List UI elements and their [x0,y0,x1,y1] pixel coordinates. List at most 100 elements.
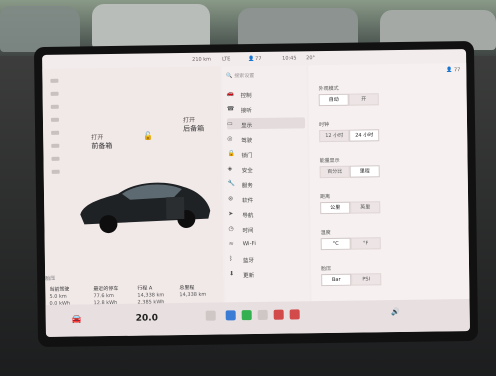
calendar-icon[interactable] [289,309,300,320]
headlight-icon[interactable] [50,104,59,109]
lte-indicator: LTE [222,56,231,63]
nav-item[interactable]: 🚗 控制 [227,87,305,99]
segment-option[interactable]: 24 小时 [349,129,380,142]
segment-option[interactable]: 里程 [349,165,380,178]
nav-item-label: 更新 [243,273,255,280]
nav-item[interactable]: ᛒ 蓝牙 [229,252,307,264]
segmented-control: 自动开 [318,93,379,107]
lock-icon: 🔒 [227,150,235,158]
parked-car [92,4,210,48]
wheel-icon: ⊛ [228,195,234,203]
quick-icons [48,78,63,183]
phone-icon[interactable] [241,310,252,321]
seat-icon[interactable] [51,169,60,174]
nav-item-label: 软件 [242,198,254,205]
tire-label: 胎压 [45,275,56,282]
nav-item-label: 蓝牙 [242,258,255,265]
nav-item-label: 导航 [242,213,254,220]
nav-item[interactable]: ⬇ 更新 [229,267,307,279]
phone-icon: ☎ [226,105,235,113]
vehicle-panel: 打开 前备箱 🔓 打开 后备箱 胎压 当前驾驶 5.0 km 0.0 kWh 最… [42,66,224,307]
setting-label: 胎压 [321,265,332,273]
segment-option[interactable]: °F [350,237,381,250]
front-trunk-button[interactable]: 打开 前备箱 [91,134,112,151]
nav-icon: ➤ [228,210,234,218]
setting-label: 能量显示 [319,157,340,165]
segment-option[interactable]: Bar [321,273,352,287]
schedule-icon: ◷ [228,225,234,233]
media-icon[interactable] [273,309,284,320]
nav-item[interactable]: ◷ 时间 [228,222,306,234]
nav-item-label: 驾驶 [241,138,253,145]
search-input[interactable]: 🔍 搜索设置 [226,71,302,82]
segment-option[interactable]: °C [320,237,351,251]
settings-content: 👤 77 外观模式 自动开时钟 12 小时 24 小时能量显示 百分比 里程距离 公里 英里温… [308,63,470,302]
segment-option[interactable]: 开 [348,93,379,106]
upgrade-icon: ⬇ [229,270,235,278]
headlight-icon[interactable] [50,91,59,96]
nav-item-label: 显示 [241,123,253,130]
nav-item[interactable]: ➤ 导航 [228,207,306,219]
rear-trunk-label: 后备箱 [183,124,205,134]
segment-option[interactable]: 12 小时 [319,129,350,143]
segment-option[interactable]: 英里 [350,201,381,214]
segmented-control: 12 小时 24 小时 [319,129,380,143]
bottom-bar: 🚘 20.0 🔊 [45,299,470,337]
segment-option[interactable]: 公里 [320,201,351,215]
search-placeholder: 搜索设置 [234,73,255,80]
setting-label: 温度 [320,229,331,237]
search-icon: 🔍 [226,73,233,80]
parked-car [0,6,80,52]
wiper-icon[interactable] [51,130,60,135]
setting-label: 时钟 [319,121,330,129]
nav-item-label: 安全 [241,168,253,175]
nav-item[interactable]: ◈ 安全 [228,162,306,174]
segment-option[interactable]: PSI [351,273,382,286]
apps-icon[interactable] [257,309,268,320]
outside-temp: 20° [306,55,316,62]
segmented-control: °C °F [320,237,381,251]
trip-stat: 总里程 14,338 km [179,284,207,299]
rear-trunk-button[interactable]: 打开 后备箱 [183,117,204,134]
car-icon: 🚗 [226,90,235,98]
nav-item-label: 接听 [240,108,252,115]
defrost-icon[interactable] [51,143,60,148]
fog-light-icon[interactable] [50,117,59,122]
nav-item[interactable]: ⊛ 软件 [228,192,306,204]
camera-icon[interactable] [205,310,216,321]
segment-option[interactable]: 百分比 [319,165,350,179]
setting-label: 距离 [320,193,331,201]
user-icon: 👤 [446,67,453,74]
wrench-icon: 🔧 [227,180,236,188]
headlight-icon[interactable] [50,78,59,83]
clock: 10:45 [282,55,297,62]
bluetooth-icon[interactable] [225,310,236,321]
nav-item[interactable]: ☎ 接听 [227,102,305,114]
volume-icon[interactable]: 🔊 [391,308,400,316]
profile-indicator[interactable]: 👤 77 [446,67,460,73]
wifi-icon: ≈ [228,240,234,248]
climate-temperature[interactable]: 20.0 [136,313,158,323]
nav-item-label: 服务 [241,183,253,190]
display-icon: ▭ [226,120,233,128]
mirror-icon[interactable] [51,156,60,161]
touchscreen: 210 km 👤 77 10:45 20° LTE 打开 前备箱 🔓 打开 后备… [42,49,470,337]
nav-item[interactable]: ≈ Wi-Fi [229,237,307,249]
lock-icon[interactable]: 🔓 [143,131,153,140]
settings-nav: 🔍 搜索设置 🚗 控制 ☎ 接听 ▭ 显示 ◎ 驾驶 🔒 锁门 ◈ 安全 🔧 服务 ⊛ 软件 ➤ 导航 ◷ 时间 ≈ Wi… [222,65,310,303]
segment-option[interactable]: 自动 [318,93,349,107]
nav-item[interactable]: ▭ 显示 [226,117,306,130]
nav-item[interactable]: 🔒 锁门 [227,147,305,159]
user-icon[interactable]: 👤 [248,56,254,62]
nav-item[interactable]: ◎ 驾驶 [227,132,305,144]
nav-item[interactable]: 🔧 服务 [228,177,306,189]
segmented-control: Bar PSI [321,273,382,287]
shield-icon: ◈ [227,165,233,173]
profile-user: 77 [453,67,461,74]
pedals-icon: ◎ [227,135,233,143]
car-icon[interactable]: 🚘 [72,314,82,323]
setting-label: 外观模式 [318,85,339,93]
nav-item-label: 锁门 [241,153,253,160]
front-trunk-label: 前备箱 [91,142,113,151]
car-image [80,182,211,234]
